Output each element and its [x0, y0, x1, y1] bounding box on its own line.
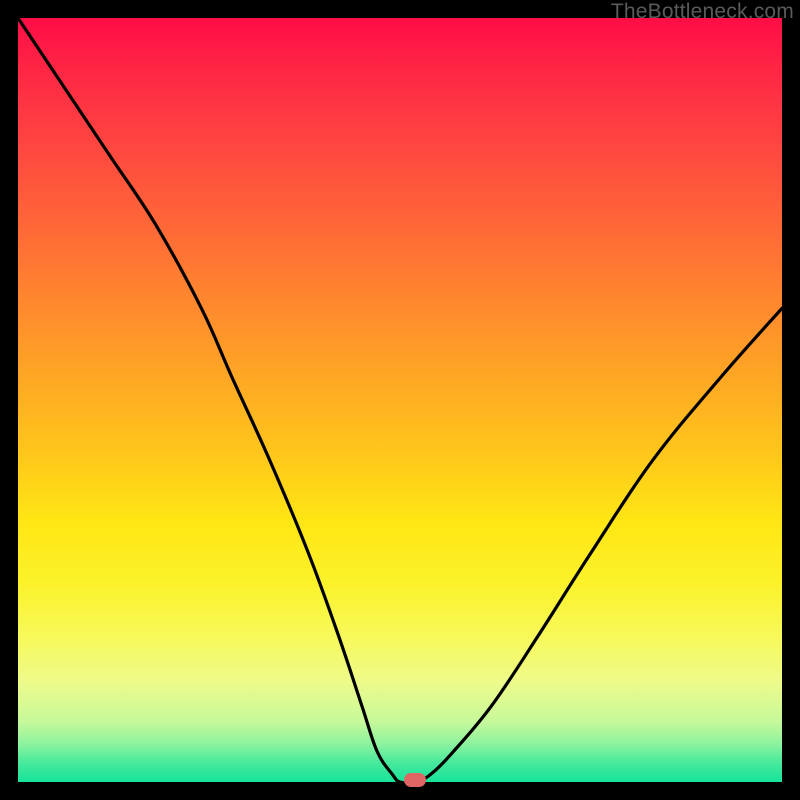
bottleneck-curve	[18, 18, 782, 782]
watermark-label: TheBottleneck.com	[611, 0, 794, 24]
chart-plot-area	[18, 18, 782, 782]
bottleneck-marker	[404, 773, 426, 787]
chart-frame: TheBottleneck.com	[0, 0, 800, 800]
